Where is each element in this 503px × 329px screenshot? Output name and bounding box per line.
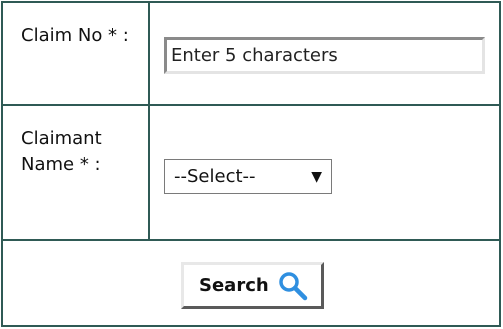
- magnifier-icon: [279, 272, 308, 301]
- search-button-label: Search: [199, 275, 269, 296]
- claim-no-input[interactable]: [164, 37, 485, 74]
- select-value: --Select--: [174, 166, 256, 187]
- column-divider: [148, 3, 150, 241]
- claim-search-form: Claim No * : Claimant Name * : --Select-…: [1, 1, 501, 327]
- dropdown-arrow-icon: ▼: [311, 169, 322, 185]
- claim-no-label: Claim No * :: [21, 25, 129, 46]
- search-button[interactable]: Search: [181, 262, 324, 309]
- claimant-name-label: Claimant Name * :: [21, 128, 102, 175]
- row-divider-1: [3, 104, 499, 106]
- row-divider-2: [3, 239, 499, 241]
- claimant-name-select[interactable]: --Select-- ▼: [164, 159, 332, 194]
